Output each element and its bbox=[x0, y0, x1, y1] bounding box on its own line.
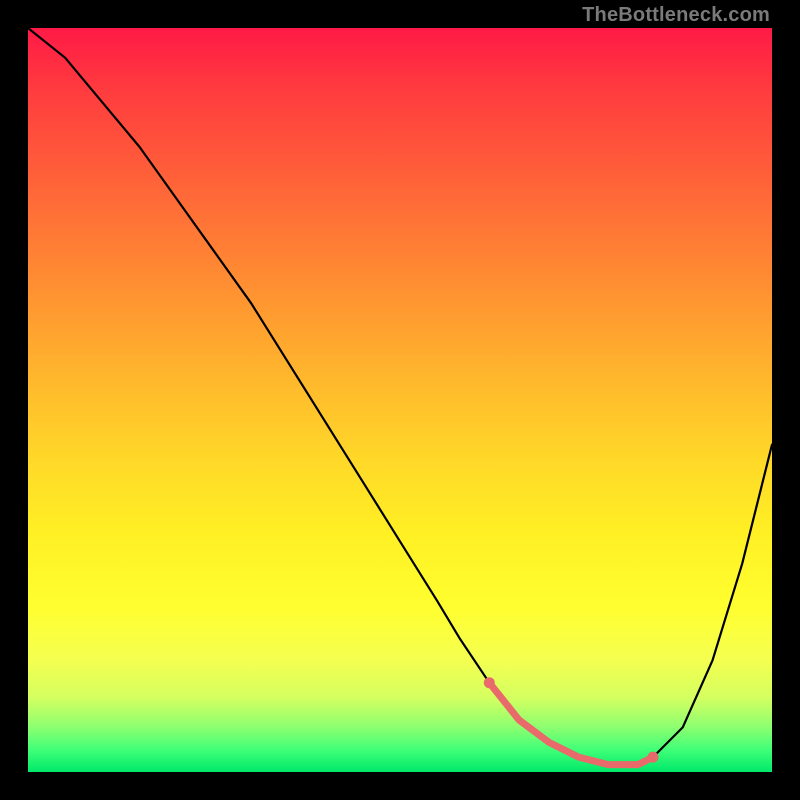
chart-svg bbox=[28, 28, 772, 772]
watermark-text: TheBottleneck.com bbox=[582, 4, 770, 27]
chart-frame bbox=[28, 28, 772, 772]
optimal-band bbox=[489, 683, 653, 765]
optimal-end-dot bbox=[648, 752, 659, 763]
bottleneck-curve bbox=[28, 28, 772, 765]
optimal-start-dot bbox=[484, 677, 495, 688]
